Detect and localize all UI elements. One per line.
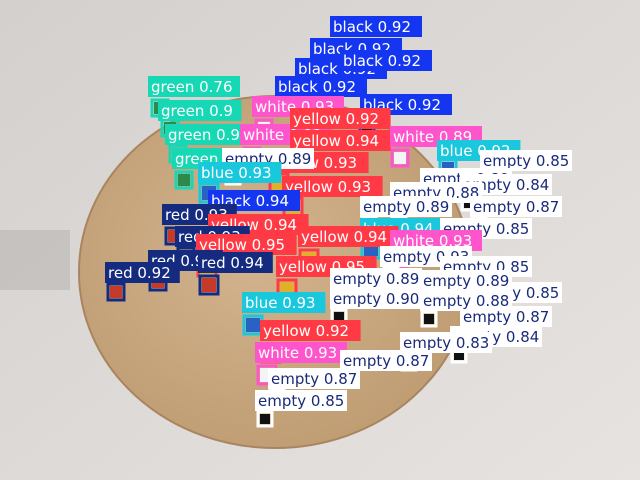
- piece-white: [394, 152, 406, 164]
- detection-label-yellow: yellow 0.92: [260, 320, 361, 341]
- label-text: yellow 0.94: [293, 132, 379, 150]
- detection-label-white: white 0.93: [255, 342, 347, 363]
- label-text: blue 0.93: [245, 294, 316, 312]
- piece-red: [110, 286, 122, 298]
- detection-label-empty: empty 0.83: [400, 332, 492, 353]
- label-text: empty 0.87: [271, 370, 357, 388]
- label-text: blue 0.93: [201, 164, 272, 182]
- detection-label-yellow: yellow 0.94: [290, 130, 391, 151]
- detection-label-red: red 0.94: [198, 252, 273, 273]
- detection-label-empty: empty 0.87: [470, 196, 562, 217]
- label-text: empty 0.87: [343, 352, 429, 370]
- label-text: empty 0.89: [363, 198, 449, 216]
- label-text: empty 0.88: [423, 292, 509, 310]
- detection-label-black: black 0.92: [330, 16, 422, 37]
- label-text: green 0.9: [168, 126, 240, 144]
- label-text: empty 0.89: [333, 270, 419, 288]
- label-text: green 0.76: [151, 78, 233, 96]
- detection-label-empty: empty 0.89: [360, 196, 452, 217]
- detection-label-empty: empty 0.85: [480, 150, 572, 171]
- detection-label-green: green 0.9: [158, 100, 242, 121]
- detection-label-empty: empty 0.89: [420, 270, 512, 291]
- label-text: yellow 0.94: [301, 228, 387, 246]
- detection-label-blue: blue 0.93: [198, 162, 282, 183]
- label-text: empty 0.83: [403, 334, 489, 352]
- detection-label-empty: empty 0.87: [268, 368, 360, 389]
- piece-red: [202, 278, 216, 292]
- detection-label-blue: blue 0.93: [242, 292, 326, 313]
- detection-label-yellow: yellow 0.94: [298, 226, 399, 247]
- detection-label-red: red 0.92: [105, 262, 180, 283]
- detection-label-empty: empty 0.87: [340, 350, 432, 371]
- detection-label-empty: empty 0.89: [330, 268, 422, 289]
- detection-label-black: black 0.92: [275, 76, 367, 97]
- piece-empty: [260, 414, 270, 424]
- label-text: empty 0.89: [423, 272, 509, 290]
- detection-label-yellow: yellow 0.92: [290, 108, 391, 129]
- label-text: empty 0.85: [258, 392, 344, 410]
- piece-empty: [424, 314, 434, 324]
- detection-label-empty: empty 0.90: [330, 288, 422, 309]
- scene-canvas: black 0.92black 0.92black 0.92black 0.92…: [0, 0, 640, 480]
- label-text: black 0.92: [343, 52, 421, 70]
- table-shadow: [0, 230, 70, 290]
- detection-label-empty: empty 0.88: [420, 290, 512, 311]
- label-text: black 0.92: [333, 18, 411, 36]
- label-text: green 0.9: [161, 102, 233, 120]
- detection-label-green: green 0.9: [165, 124, 249, 145]
- label-text: white 0.93: [258, 344, 337, 362]
- detection-label-black: black 0.92: [340, 50, 432, 71]
- label-text: yellow 0.92: [293, 110, 379, 128]
- detection-scene: black 0.92 black 0.92 black 0.92 black 0.92…: [0, 0, 640, 480]
- label-text: empty 0.87: [473, 198, 559, 216]
- detection-label-green: green 0.76: [148, 76, 240, 97]
- label-text: red 0.92: [108, 264, 171, 282]
- label-text: empty 0.90: [333, 290, 419, 308]
- piece-blue: [246, 318, 260, 332]
- detection-label-empty: empty 0.85: [255, 390, 347, 411]
- label-text: yellow 0.92: [263, 322, 349, 340]
- piece-green: [178, 174, 190, 186]
- label-text: empty 0.85: [483, 152, 569, 170]
- label-text: red 0.94: [201, 254, 264, 272]
- label-text: black 0.92: [278, 78, 356, 96]
